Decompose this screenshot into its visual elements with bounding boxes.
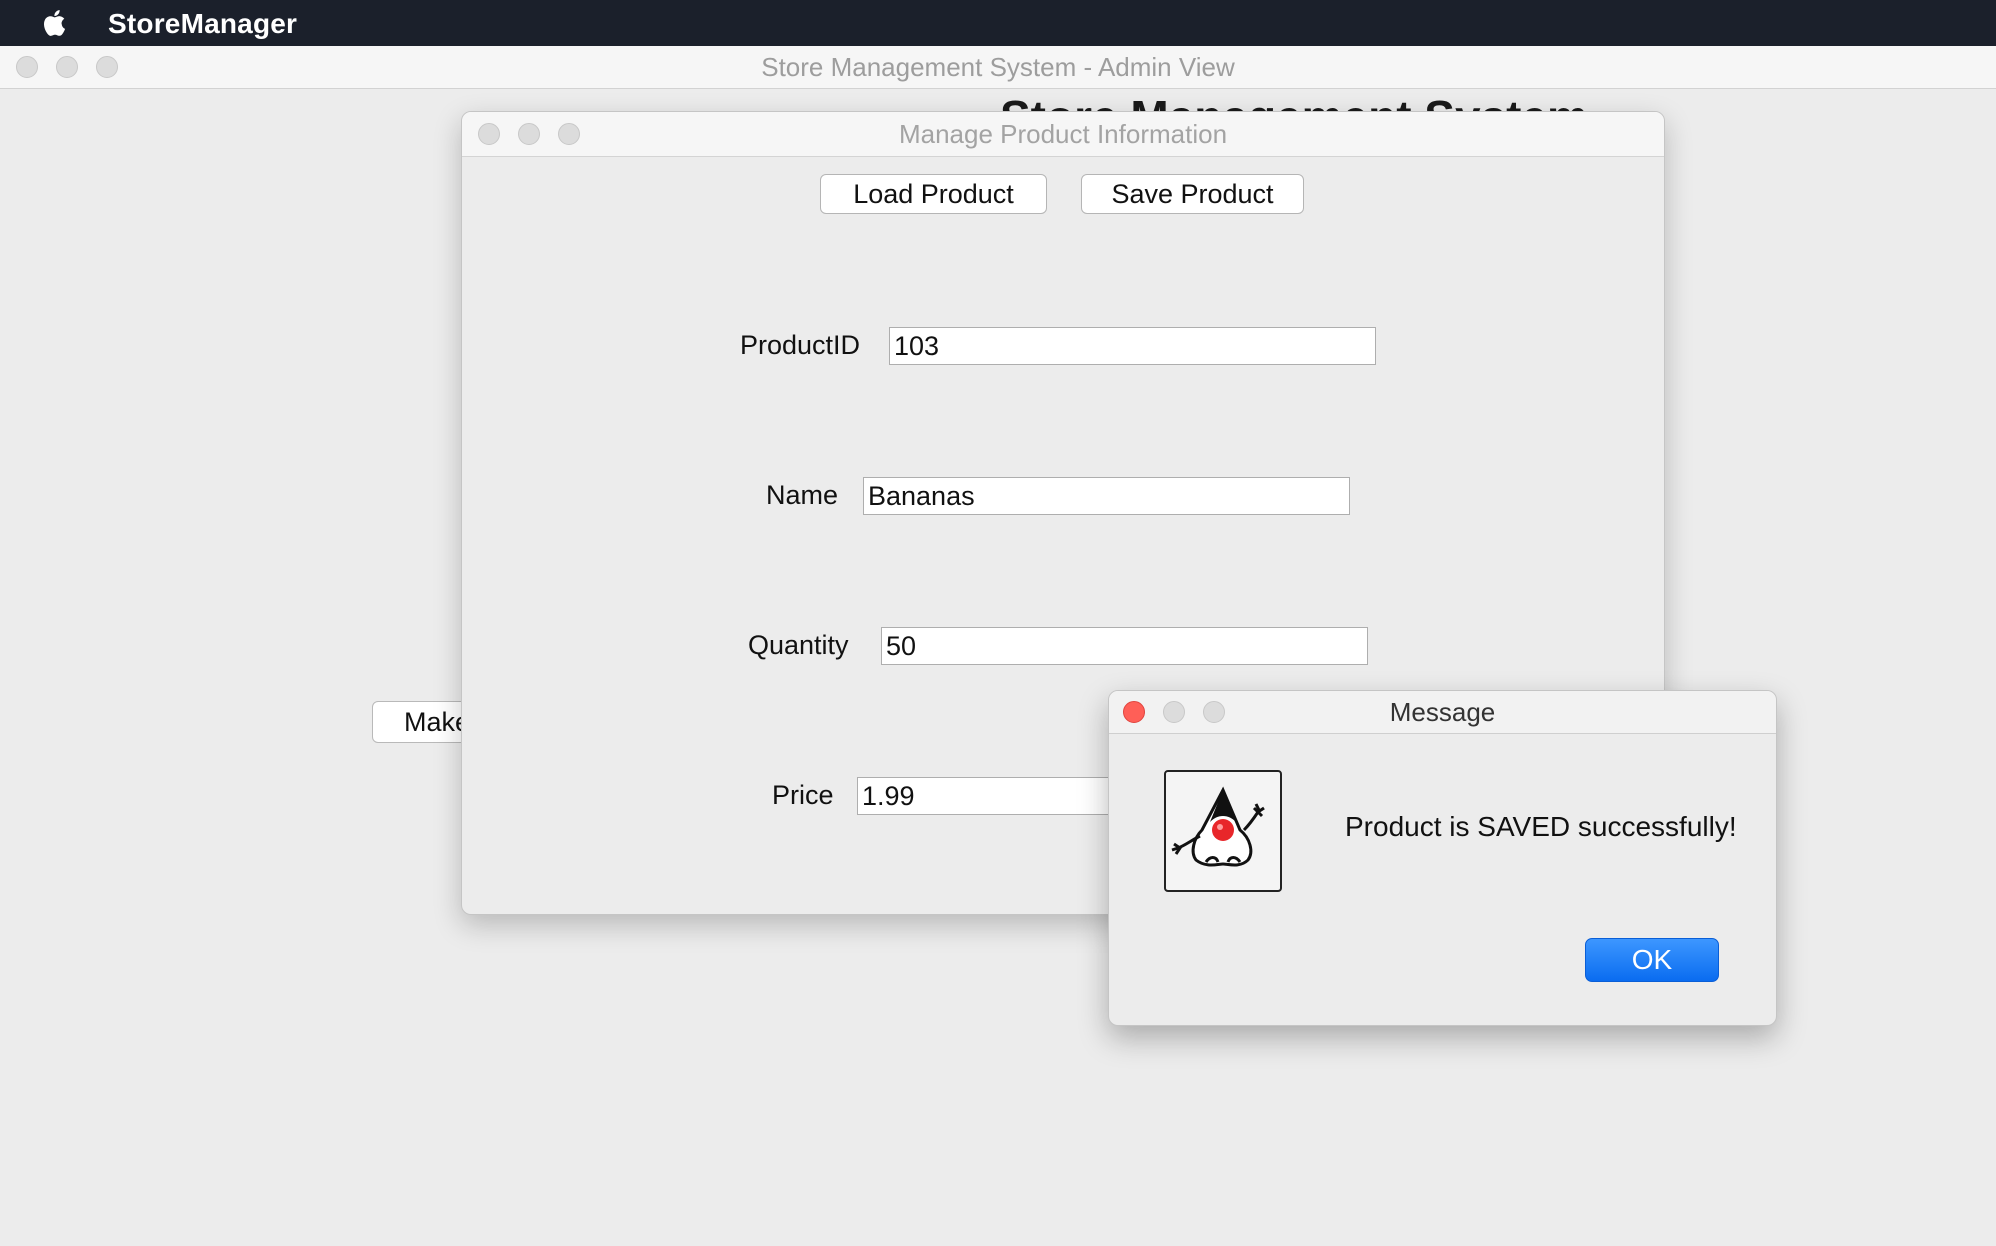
product-id-field[interactable]: 103 — [889, 327, 1376, 365]
main-window-titlebar[interactable]: Store Management System - Admin View — [0, 46, 1996, 89]
quantity-field[interactable]: 50 — [881, 627, 1368, 665]
name-field[interactable]: Bananas — [863, 477, 1350, 515]
save-product-button[interactable]: Save Product — [1081, 174, 1304, 214]
minimize-button[interactable] — [56, 56, 78, 78]
minimize-button[interactable] — [1163, 701, 1185, 723]
apple-logo-icon[interactable] — [38, 6, 72, 40]
message-dialog-titlebar[interactable]: Message — [1109, 691, 1776, 734]
zoom-button[interactable] — [558, 123, 580, 145]
message-dialog: Message Product is SAVED successfully! O… — [1108, 690, 1777, 1026]
ok-button[interactable]: OK — [1585, 938, 1719, 982]
zoom-button[interactable] — [1203, 701, 1225, 723]
price-label: Price — [772, 780, 834, 810]
close-button[interactable] — [1123, 701, 1145, 723]
zoom-button[interactable] — [96, 56, 118, 78]
product-id-label: ProductID — [740, 330, 861, 360]
name-label: Name — [766, 480, 839, 510]
window-title: Manage Product Information — [898, 119, 1228, 149]
quantity-label: Quantity — [748, 630, 849, 660]
message-text: Product is SAVED successfully! — [1345, 811, 1737, 842]
load-product-button[interactable]: Load Product — [820, 174, 1047, 214]
window-title: Store Management System - Admin View — [761, 52, 1235, 82]
close-button[interactable] — [478, 123, 500, 145]
product-window-titlebar[interactable]: Manage Product Information — [462, 112, 1664, 157]
duke-mascot-icon — [1164, 770, 1282, 892]
app-name[interactable]: StoreManager — [108, 8, 297, 40]
minimize-button[interactable] — [518, 123, 540, 145]
close-button[interactable] — [16, 56, 38, 78]
menu-bar: StoreManager — [0, 0, 1996, 46]
dialog-title: Message — [1389, 697, 1496, 727]
